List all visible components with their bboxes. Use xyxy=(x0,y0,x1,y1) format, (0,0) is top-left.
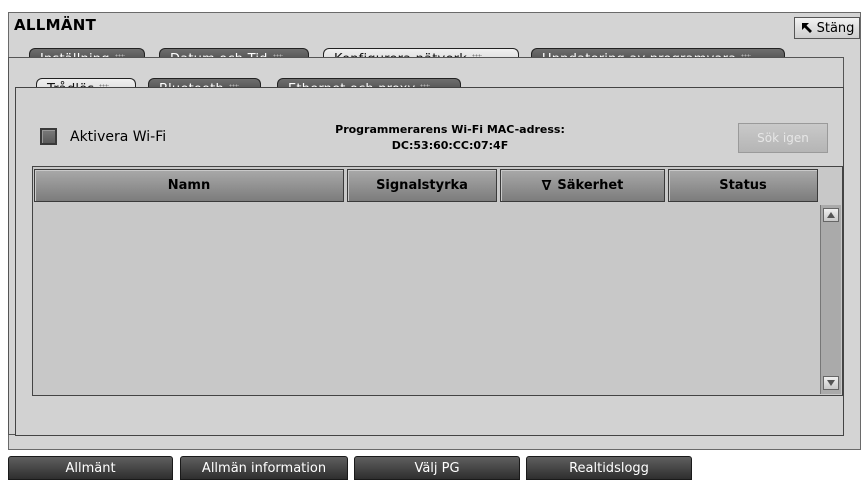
scroll-down-button[interactable] xyxy=(823,376,839,390)
column-header-label: Status xyxy=(719,178,767,193)
column-header-namn[interactable]: Namn xyxy=(34,169,344,202)
column-header-signalstyrka[interactable]: Signalstyrka xyxy=(347,169,497,202)
network-list-scrollbar[interactable] xyxy=(820,205,841,394)
arrow-up-left-icon xyxy=(801,23,812,33)
window-title: ALLMÄNT xyxy=(14,16,97,34)
scroll-up-icon xyxy=(827,212,835,218)
nav-allmant[interactable]: Allmänt xyxy=(8,456,173,480)
nav-allman-information[interactable]: Allmän information xyxy=(180,456,348,480)
column-header-label: Säkerhet xyxy=(557,178,624,193)
column-header-status[interactable]: Status xyxy=(668,169,818,202)
close-button-label: Stäng xyxy=(816,20,855,36)
mac-address-title: Programmerarens Wi-Fi MAC-adress: xyxy=(335,123,565,136)
nav-realtidslogg[interactable]: Realtidslogg xyxy=(526,456,692,480)
sort-indicator-icon: ∇ xyxy=(541,177,552,194)
nav-valj-pg[interactable]: Välj PG xyxy=(354,456,520,480)
scroll-down-icon xyxy=(827,380,835,386)
enable-wifi-checkbox[interactable] xyxy=(40,128,57,145)
search-again-button[interactable]: Sök igen xyxy=(738,123,828,153)
column-header-label: Namn xyxy=(167,178,211,193)
network-list[interactable] xyxy=(33,204,820,395)
close-button[interactable]: Stäng xyxy=(794,17,860,39)
scroll-up-button[interactable] xyxy=(823,208,839,222)
enable-wifi-label: Aktivera Wi-Fi xyxy=(70,129,167,145)
mac-address-value: DC:53:60:CC:07:4F xyxy=(391,139,509,152)
column-header-label: Signalstyrka xyxy=(376,178,468,193)
column-header-sakerhet[interactable]: ∇ Säkerhet xyxy=(500,169,665,202)
